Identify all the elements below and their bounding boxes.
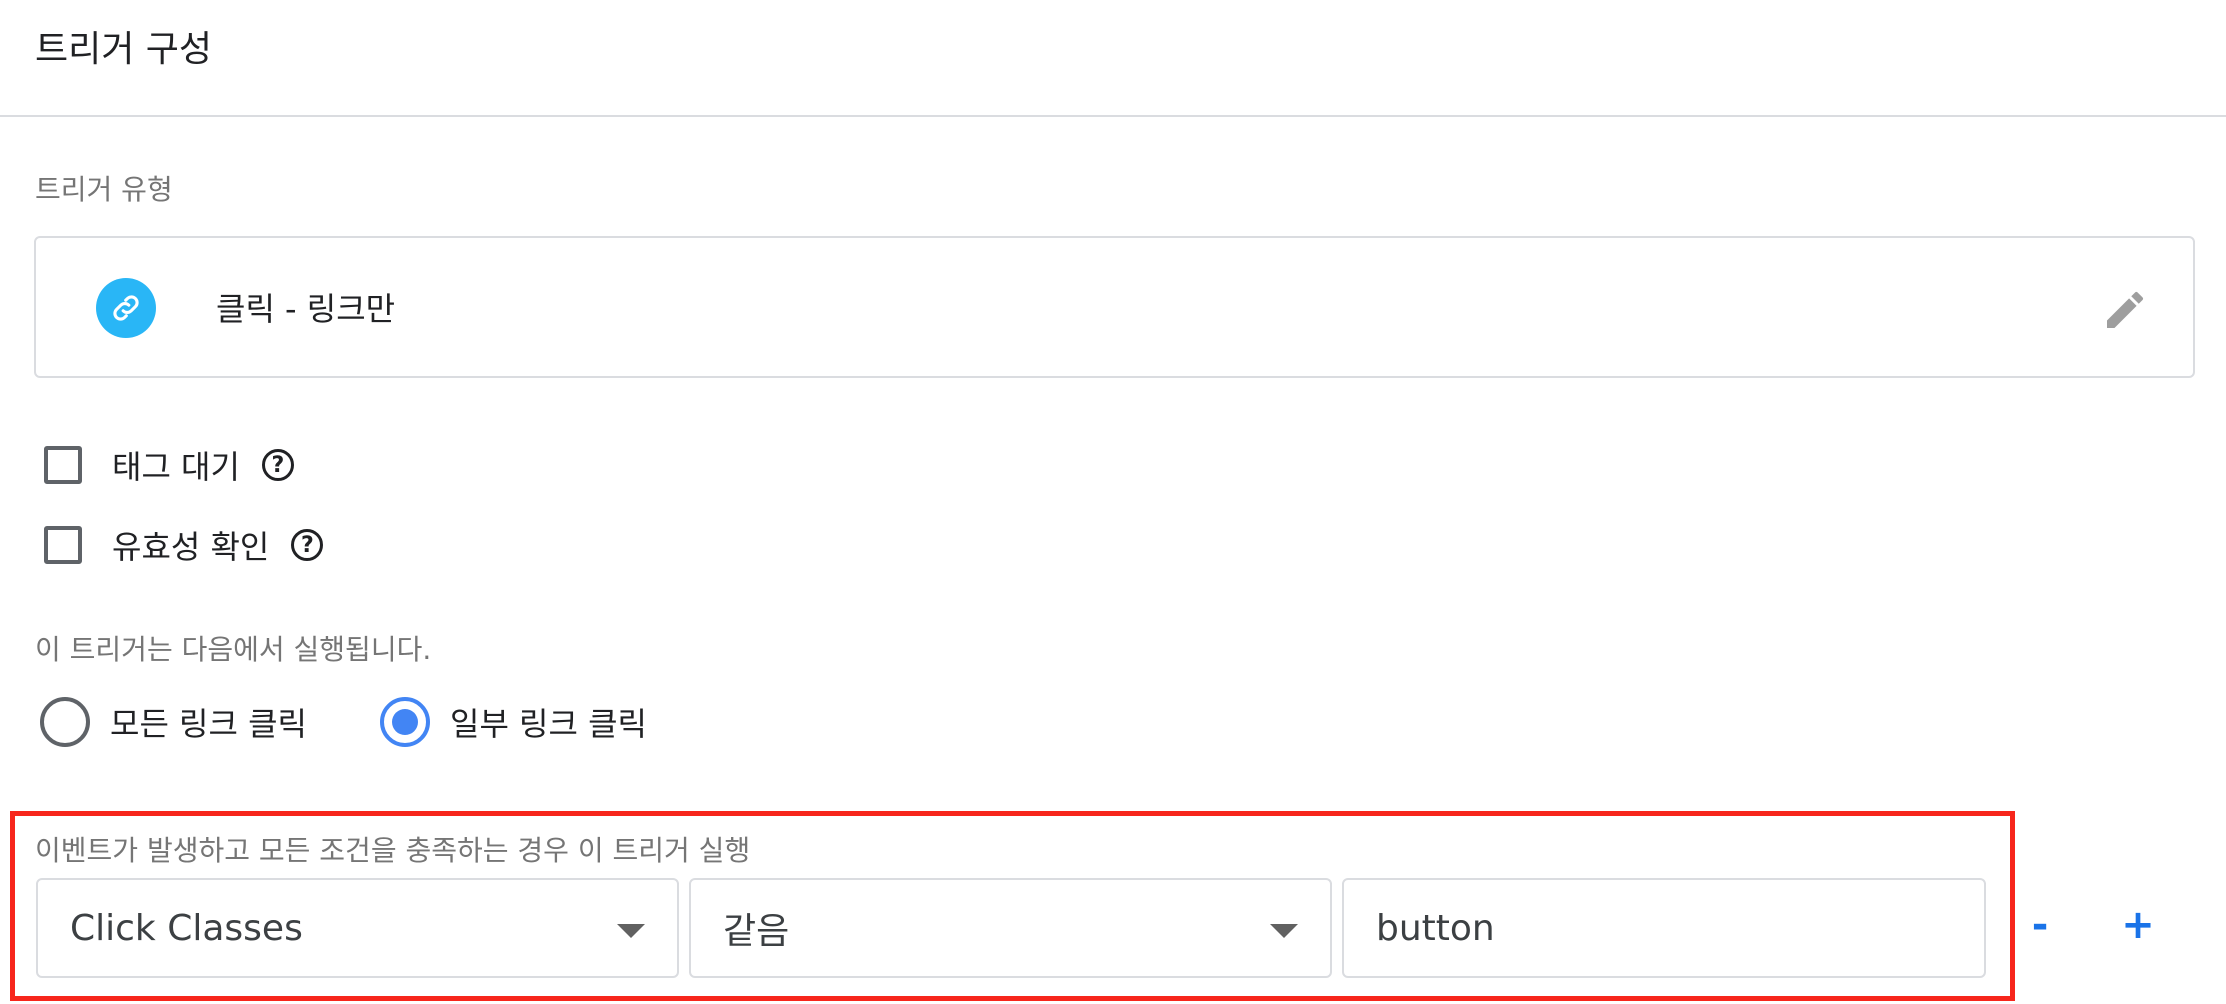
some-link-clicks-label: 일부 링크 클릭 (450, 705, 647, 743)
wait-for-tags-label: 태그 대기 (112, 448, 240, 486)
help-icon[interactable]: ? (261, 449, 294, 481)
wait-for-tags-checkbox[interactable] (44, 446, 82, 484)
all-link-clicks-label: 모든 링크 클릭 (110, 705, 307, 743)
some-link-clicks-radio[interactable]: 일부 링크 클릭 (380, 694, 647, 750)
radio-button-all[interactable] (40, 697, 90, 747)
page-header: 트리거 구성 (0, 0, 2226, 117)
dropdown-arrow-icon (617, 924, 645, 938)
operator-select-value: 같음 (723, 911, 790, 952)
trigger-type-card[interactable]: 클릭 - 링크만 (34, 236, 2195, 378)
page-title: 트리거 구성 (35, 29, 213, 70)
value-input[interactable]: button (1342, 878, 1986, 978)
radio-button-some[interactable] (380, 697, 430, 747)
all-link-clicks-radio[interactable]: 모든 링크 클릭 (40, 694, 307, 750)
value-input-text: button (1376, 907, 1495, 949)
add-condition-button[interactable]: + (2108, 890, 2168, 960)
check-validation-checkbox[interactable] (44, 526, 82, 564)
trigger-type-label: 트리거 유형 (35, 173, 173, 206)
variable-select[interactable]: Click Classes (36, 878, 679, 978)
check-validation-label: 유효성 확인 (112, 528, 270, 566)
check-validation-option[interactable]: 유효성 확인 ? (44, 520, 324, 570)
wait-for-tags-option[interactable]: 태그 대기 ? (44, 440, 294, 490)
condition-label: 이벤트가 발생하고 모든 조건을 충족하는 경우 이 트리거 실행 (35, 834, 751, 867)
fires-on-label: 이 트리거는 다음에서 실행됩니다. (35, 633, 432, 666)
help-icon[interactable]: ? (291, 529, 324, 561)
variable-select-value: Click Classes (70, 907, 303, 949)
trigger-type-name: 클릭 - 링크만 (216, 290, 396, 328)
dropdown-arrow-icon (1270, 924, 1298, 938)
remove-condition-button[interactable]: - (2010, 890, 2070, 960)
operator-select[interactable]: 같음 (689, 878, 1332, 978)
pencil-icon[interactable] (2097, 282, 2153, 338)
link-icon (96, 278, 156, 338)
